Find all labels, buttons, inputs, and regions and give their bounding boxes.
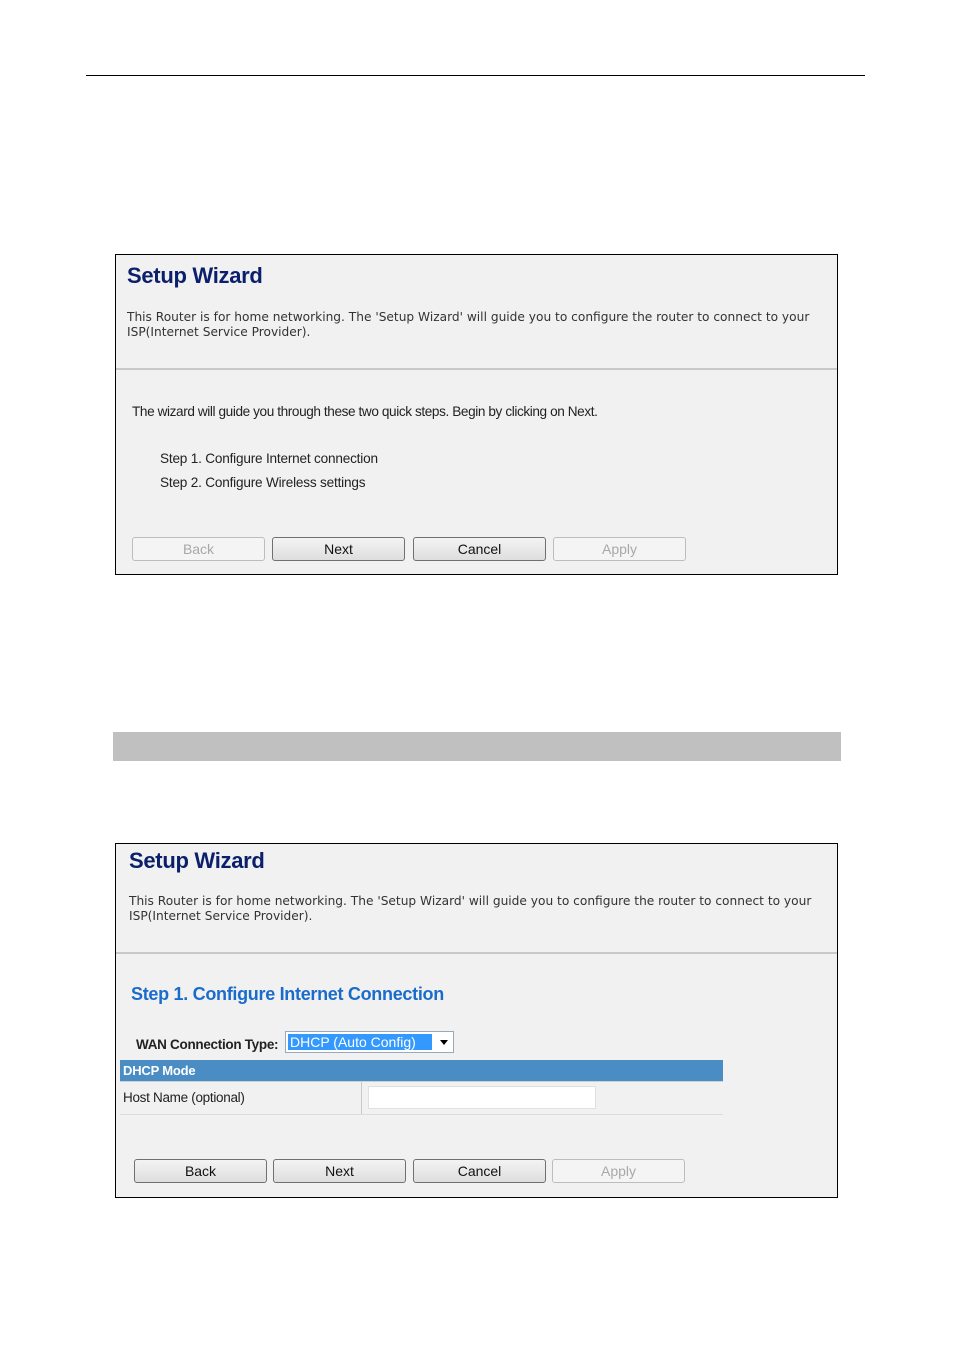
wan-selected-value: DHCP (Auto Config) — [288, 1034, 432, 1050]
panel-divider — [116, 368, 837, 370]
page-header-rule — [86, 75, 865, 76]
setup-wizard-intro-panel: Setup Wizard This Router is for home net… — [115, 254, 838, 575]
wizard-title: Setup Wizard — [129, 848, 265, 873]
section-heading-bar — [113, 732, 841, 761]
chevron-down-icon[interactable] — [440, 1040, 448, 1045]
setup-wizard-step1-panel: Setup Wizard This Router is for home net… — [115, 843, 838, 1198]
step-item: Step 1. Configure Internet connection — [160, 451, 378, 466]
dhcp-mode-table: DHCP Mode Host Name (optional) — [120, 1060, 723, 1115]
dhcp-mode-header: DHCP Mode — [120, 1060, 723, 1081]
back-button[interactable]: Back — [134, 1159, 267, 1183]
wizard-description: This Router is for home networking. The … — [127, 310, 810, 339]
wizard-title: Setup Wizard — [127, 263, 263, 288]
cancel-button[interactable]: Cancel — [413, 537, 546, 561]
host-name-input[interactable] — [368, 1086, 596, 1109]
cell-separator — [361, 1082, 362, 1114]
apply-button[interactable]: Apply — [553, 537, 686, 561]
panel-divider — [116, 952, 837, 954]
apply-button[interactable]: Apply — [552, 1159, 685, 1183]
wan-connection-type-select[interactable]: DHCP (Auto Config) — [285, 1031, 454, 1053]
wizard-description: This Router is for home networking. The … — [129, 894, 812, 923]
step-heading: Step 1. Configure Internet Connection — [131, 984, 444, 1004]
wan-connection-type-label: WAN Connection Type: — [136, 1037, 279, 1052]
host-name-row: Host Name (optional) — [120, 1081, 723, 1115]
next-button[interactable]: Next — [273, 1159, 406, 1183]
step-item: Step 2. Configure Wireless settings — [160, 475, 366, 490]
back-button[interactable]: Back — [132, 537, 265, 561]
host-name-label: Host Name (optional) — [123, 1090, 245, 1105]
wizard-intro-text: The wizard will guide you through these … — [132, 404, 598, 419]
next-button[interactable]: Next — [272, 537, 405, 561]
cancel-button[interactable]: Cancel — [413, 1159, 546, 1183]
